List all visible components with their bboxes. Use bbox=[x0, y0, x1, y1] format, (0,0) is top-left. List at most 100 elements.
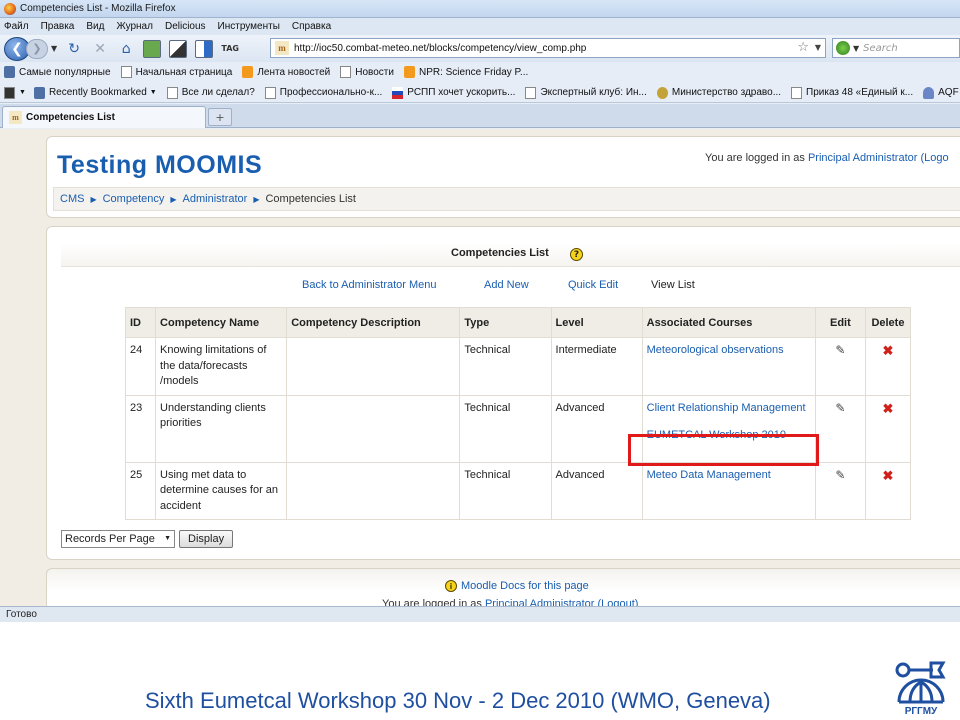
col-type[interactable]: Type bbox=[459, 307, 552, 338]
history-dropdown-icon[interactable]: ▼ bbox=[51, 44, 57, 53]
col-associated-courses[interactable]: Associated Courses bbox=[641, 307, 816, 338]
bookmark-item[interactable]: Начальная страница bbox=[120, 66, 232, 78]
footer-logout-link[interactable]: (Logout) bbox=[597, 598, 638, 606]
col-level[interactable]: Level bbox=[550, 307, 643, 338]
bookmark-item[interactable]: Приказ 48 «Единый к... bbox=[791, 86, 913, 99]
bookmark-item[interactable]: AQF > Project bbox=[923, 86, 960, 99]
delete-icon[interactable]: ✖ bbox=[883, 343, 894, 359]
search-engine-icon[interactable] bbox=[836, 41, 850, 55]
cell-description bbox=[286, 461, 461, 520]
cell-edit: ✎ bbox=[814, 394, 866, 463]
breadcrumb-separator-icon: ▶ bbox=[170, 194, 177, 204]
page-content: Testing MOOMIS You are logged in as Prin… bbox=[0, 129, 960, 606]
new-tab-button[interactable]: + bbox=[208, 108, 232, 126]
menu-delicious[interactable]: Delicious bbox=[165, 21, 206, 32]
bookmark-item[interactable]: Профессионально-к... bbox=[264, 86, 382, 99]
display-button[interactable]: Display bbox=[179, 530, 234, 548]
forward-button[interactable]: ❯ bbox=[26, 38, 48, 59]
breadcrumb-separator-icon: ▶ bbox=[253, 194, 260, 204]
breadcrumb-competency[interactable]: Competency bbox=[103, 193, 165, 205]
bookmark-item[interactable]: Лента новостей bbox=[242, 66, 330, 78]
delete-icon[interactable]: ✖ bbox=[883, 468, 894, 484]
cell-type: Technical bbox=[459, 461, 552, 520]
main-region: Competencies List ? Back to Administrato… bbox=[46, 226, 960, 560]
delete-icon[interactable]: ✖ bbox=[883, 401, 894, 417]
bookmark-item[interactable]: Новости bbox=[340, 66, 394, 78]
cell-courses: Meteo Data Management bbox=[641, 461, 816, 520]
menu-edit[interactable]: Правка bbox=[41, 21, 75, 32]
menu-view[interactable]: Вид bbox=[86, 21, 104, 32]
col-competency-description[interactable]: Competency Description bbox=[286, 307, 461, 338]
bookmark-star-icon[interactable]: ☆ bbox=[797, 40, 809, 55]
tab-label: Competencies List bbox=[26, 112, 115, 123]
page-icon bbox=[791, 86, 803, 99]
tab-strip: m Competencies List + bbox=[0, 104, 960, 128]
breadcrumb-administrator[interactable]: Administrator bbox=[183, 193, 248, 205]
col-competency-name[interactable]: Competency Name bbox=[155, 307, 288, 338]
cell-id: 25 bbox=[124, 461, 157, 520]
tab-competencies-list[interactable]: m Competencies List bbox=[2, 106, 206, 128]
edit-icon[interactable]: ✎ bbox=[835, 468, 845, 484]
bookmark-dropdown-icon: ▼ bbox=[19, 89, 26, 96]
bookmark-item[interactable]: Самые популярные bbox=[4, 66, 111, 78]
edit-icon[interactable]: ✎ bbox=[835, 401, 845, 417]
url-bar[interactable]: m http://ioc50.combat-meteo.net/blocks/c… bbox=[270, 38, 826, 58]
rshu-logo: РГГМУ bbox=[895, 661, 946, 716]
search-box[interactable]: ▼ Search bbox=[832, 38, 960, 58]
help-icon[interactable]: ? bbox=[570, 248, 583, 261]
add-new-link[interactable]: Add New bbox=[484, 279, 529, 291]
course-link[interactable]: Meteo Data Management bbox=[647, 469, 771, 481]
reload-icon[interactable]: ↻ bbox=[64, 39, 84, 59]
page-header: Testing MOOMIS You are logged in as Prin… bbox=[46, 136, 960, 218]
bookmark-item[interactable]: Министерство здраво... bbox=[656, 86, 781, 99]
bookmark-sidebar-icon[interactable] bbox=[169, 39, 188, 58]
bookmark-item[interactable]: Все ли сделал? bbox=[166, 86, 255, 99]
cell-id: 24 bbox=[124, 337, 157, 396]
back-to-admin-link[interactable]: Back to Administrator Menu bbox=[302, 279, 437, 291]
delicious-icon[interactable] bbox=[195, 39, 214, 58]
url-dropdown-icon[interactable]: ▼ bbox=[815, 43, 821, 52]
breadcrumb: CMS ▶ Competency ▶ Administrator ▶ Compe… bbox=[53, 187, 960, 211]
bookmark-item[interactable]: ▼ Recently Bookmarked ▼ bbox=[4, 86, 157, 99]
menu-tools[interactable]: Инструменты bbox=[218, 21, 280, 32]
logo-text: РГГМУ bbox=[905, 706, 938, 716]
window-title: Competencies List - Mozilla Firefox bbox=[20, 3, 176, 14]
menu-help[interactable]: Справка bbox=[292, 21, 331, 32]
evernote-icon[interactable] bbox=[143, 39, 162, 58]
tag-icon[interactable]: TAG bbox=[220, 39, 240, 59]
status-text: Готово bbox=[6, 609, 37, 620]
moodle-favicon: m bbox=[9, 111, 22, 124]
records-per-page-select[interactable]: Records Per Page ▼ bbox=[61, 530, 175, 548]
breadcrumb-cms[interactable]: CMS bbox=[60, 193, 84, 205]
bookmark-item[interactable]: РСПП хочет ускорить... bbox=[392, 86, 515, 99]
logout-link[interactable]: (Logo bbox=[917, 152, 948, 164]
moodle-docs-link[interactable]: Moodle Docs for this page bbox=[461, 580, 589, 592]
bookmark-item[interactable]: Экспертный клуб: Ин... bbox=[525, 86, 647, 99]
course-link[interactable]: Client Relationship Management bbox=[647, 402, 806, 414]
cell-name: Knowing limitations of the data/forecast… bbox=[155, 337, 288, 396]
quick-edit-link[interactable]: Quick Edit bbox=[568, 279, 618, 291]
user-link[interactable]: Principal Administrator bbox=[808, 152, 917, 164]
cell-delete: ✖ bbox=[864, 394, 912, 463]
cell-level: Advanced bbox=[550, 461, 643, 520]
cell-type: Technical bbox=[459, 337, 552, 396]
footer-user-link[interactable]: Principal Administrator bbox=[485, 598, 594, 606]
search-engine-dropdown-icon[interactable]: ▼ bbox=[853, 44, 859, 53]
competencies-table: ID Competency Name Competency Descriptio… bbox=[124, 307, 912, 520]
login-info: You are logged in as Principal Administr… bbox=[705, 152, 949, 164]
stop-icon[interactable]: ✕ bbox=[90, 39, 110, 59]
home-icon[interactable]: ⌂ bbox=[116, 39, 136, 59]
col-id[interactable]: ID bbox=[124, 307, 157, 338]
bookmarks-toolbar-2: ▼ Recently Bookmarked ▼ Все ли сделал? Про… bbox=[0, 83, 960, 103]
title-bar: Competencies List - Mozilla Firefox bbox=[0, 0, 960, 18]
edit-icon[interactable]: ✎ bbox=[835, 343, 845, 359]
page-footer: i Moodle Docs for this page You are logg… bbox=[46, 568, 960, 606]
menu-history[interactable]: Журнал bbox=[116, 21, 153, 32]
cell-delete: ✖ bbox=[864, 337, 912, 396]
menu-file[interactable]: Файл bbox=[4, 21, 29, 32]
most-visited-icon bbox=[4, 66, 15, 78]
site-title[interactable]: Testing MOOMIS bbox=[57, 151, 262, 180]
bookmark-item[interactable]: NPR: Science Friday P... bbox=[403, 66, 528, 78]
page-icon bbox=[340, 66, 352, 78]
course-link[interactable]: Meteorological observations bbox=[647, 344, 784, 356]
